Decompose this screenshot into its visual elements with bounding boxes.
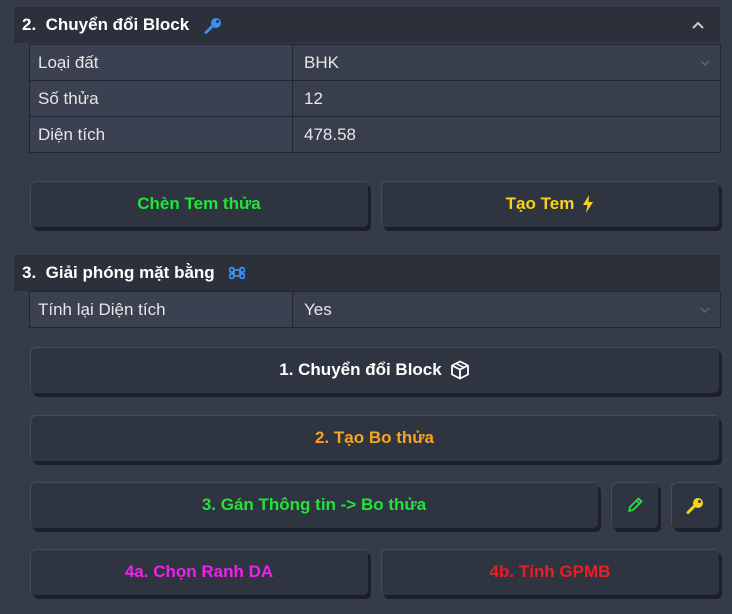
key-icon (203, 16, 223, 34)
property-value: BHK (304, 52, 339, 72)
section-3-properties: Tính lại Diện tích Yes (29, 291, 721, 328)
recalculate-area-select[interactable]: Yes (292, 291, 721, 328)
button-label: Chèn Tem thửa (137, 194, 261, 213)
key-button[interactable] (671, 482, 719, 528)
section-2-properties: Loại đất BHK Số thửa 12 Diện tích 478.58 (29, 44, 721, 153)
property-row-area: Diện tích 478.58 (29, 116, 721, 153)
property-value: 12 (304, 88, 323, 108)
chevron-up-icon[interactable] (690, 17, 706, 33)
property-label: Tính lại Diện tích (29, 291, 293, 328)
property-value: 478.58 (304, 124, 356, 144)
select-project-boundary-button[interactable]: 4a. Chọn Ranh DA (30, 549, 368, 595)
chevron-down-icon (700, 60, 710, 67)
convert-block-button[interactable]: 1. Chuyển đổi Block (30, 347, 719, 393)
section-3-header[interactable]: 3. Giải phóng mặt bằng (14, 255, 720, 291)
section-3-title: 3. Giải phóng mặt bằng (22, 263, 215, 282)
parcel-number-field[interactable]: 12 (292, 80, 721, 117)
property-label: Loại đất (29, 44, 293, 81)
cube-icon (450, 360, 470, 380)
create-label-button[interactable]: Tạo Tem (381, 181, 719, 227)
edit-button[interactable] (611, 482, 658, 528)
command-icon (228, 265, 245, 281)
property-label: Số thửa (29, 80, 293, 117)
property-value: Yes (304, 299, 332, 319)
button-label: 4a. Chọn Ranh DA (124, 562, 274, 581)
section-2-title: 2. Chuyển đổi Block (22, 15, 190, 34)
lightning-icon (582, 195, 594, 213)
property-row-recalculate-area: Tính lại Diện tích Yes (29, 291, 721, 328)
assign-info-button[interactable]: 3. Gán Thông tin -> Bo thửa (30, 482, 598, 528)
section-2-header[interactable]: 2. Chuyển đổi Block (14, 7, 720, 43)
button-label: 3. Gán Thông tin -> Bo thửa (201, 495, 427, 514)
chevron-down-icon (700, 307, 710, 314)
key-icon (685, 496, 705, 514)
button-label: Tạo Tem (505, 194, 575, 213)
button-label: 1. Chuyển đổi Block (279, 360, 442, 379)
button-label: 2. Tạo Bo thửa (314, 428, 435, 447)
land-type-select[interactable]: BHK (292, 44, 721, 81)
create-boundary-button[interactable]: 2. Tạo Bo thửa (30, 415, 719, 461)
property-row-parcel-number: Số thửa 12 (29, 80, 721, 117)
pencil-icon (626, 496, 644, 514)
property-label: Diện tích (29, 116, 293, 153)
area-field[interactable]: 478.58 (292, 116, 721, 153)
insert-parcel-label-button[interactable]: Chèn Tem thửa (30, 181, 368, 227)
compute-gpmb-button[interactable]: 4b. Tính GPMB (381, 549, 719, 595)
property-row-land-type: Loại đất BHK (29, 44, 721, 81)
button-label: 4b. Tính GPMB (489, 562, 611, 581)
